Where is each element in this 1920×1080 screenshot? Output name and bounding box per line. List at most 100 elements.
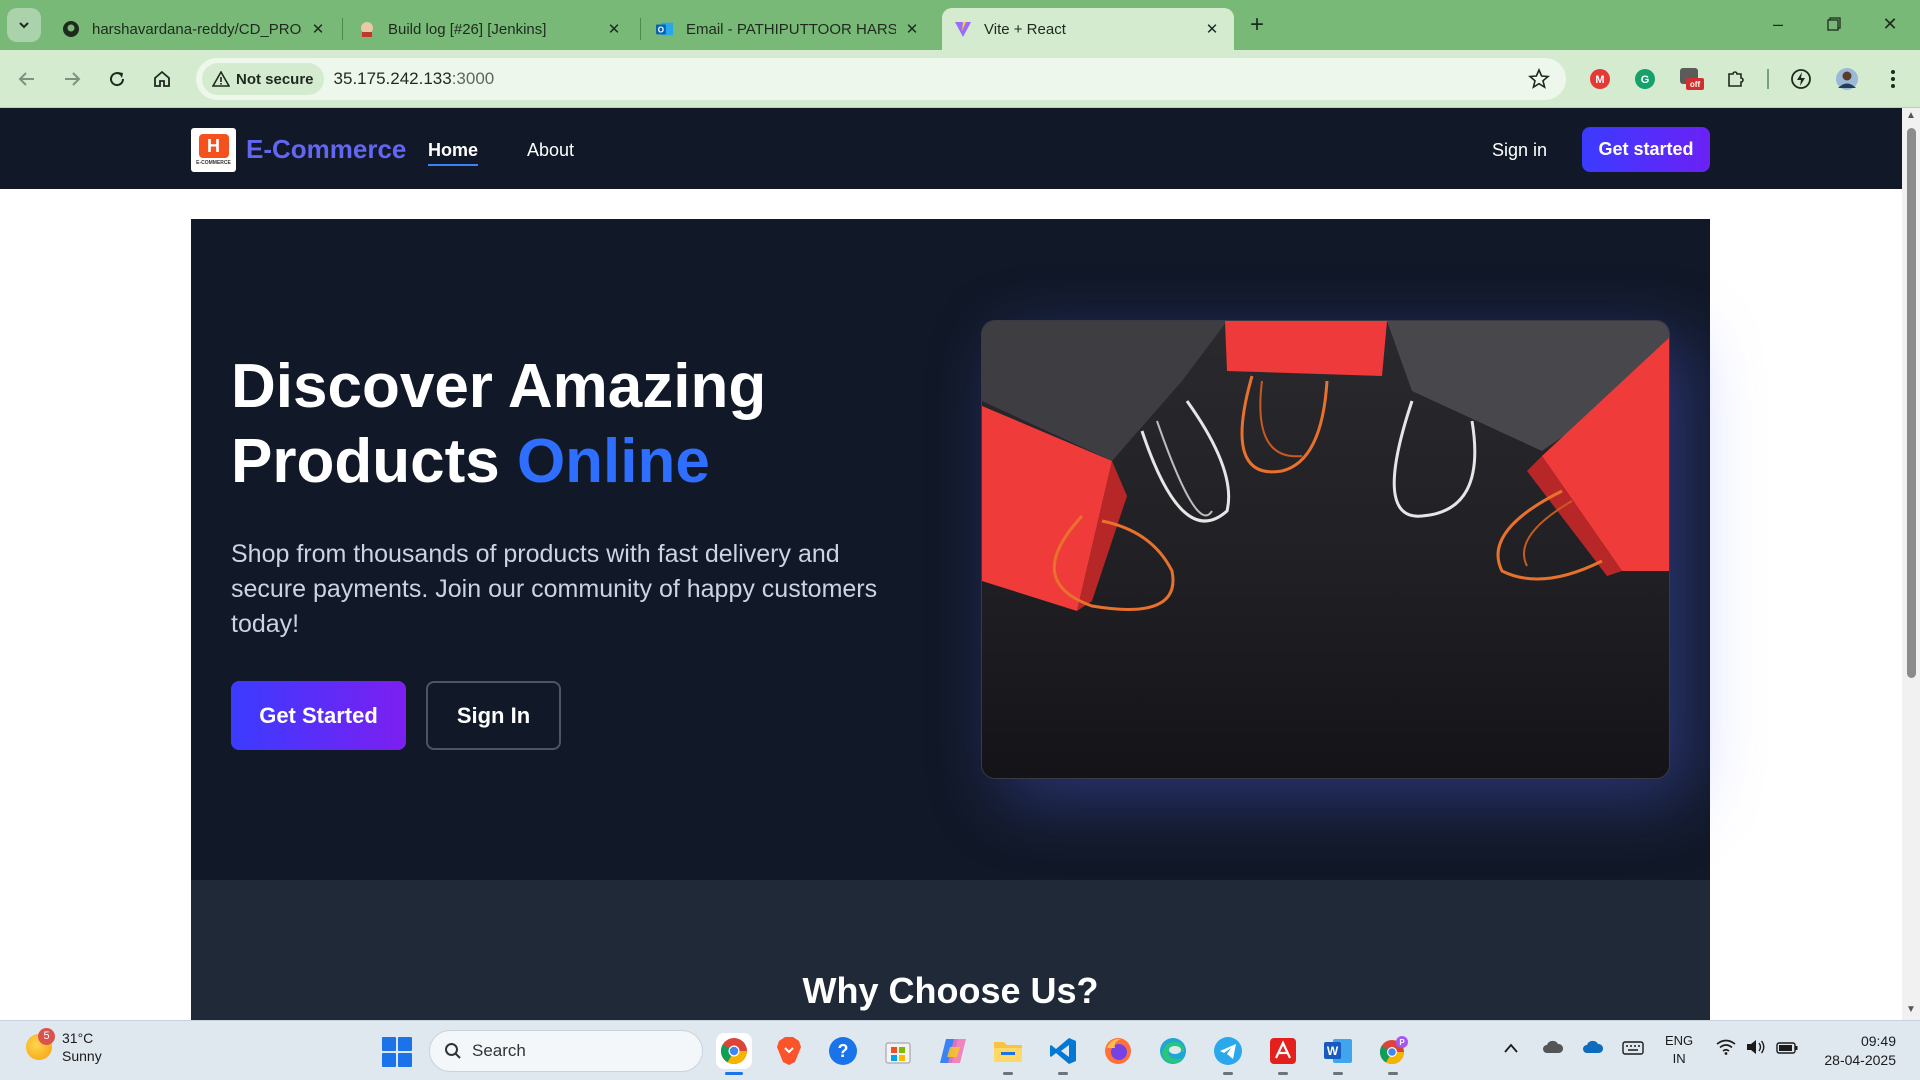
new-tab-button[interactable]: + [1243,12,1271,38]
language-indicator[interactable]: ENG IN [1665,1032,1693,1068]
restore-button[interactable] [1814,10,1854,38]
arrow-left-icon [18,72,34,86]
warning-icon [212,71,230,87]
hero-title-accent: Online [516,427,710,496]
tab-divider [342,18,343,40]
copilot-taskbar-icon[interactable] [935,1033,971,1069]
volume-icon[interactable] [1746,1039,1766,1058]
tab-label: Email - PATHIPUTTOOR HARSH [686,20,896,38]
chrome-profile-taskbar-icon[interactable]: P [1375,1033,1411,1075]
microsoft-store-taskbar-icon[interactable] [880,1033,916,1069]
grammarly-extension-icon[interactable]: G [1632,66,1658,92]
clock-time: 09:49 [1860,1033,1896,1049]
site-logo[interactable]: H E-COMMERCE [191,128,236,172]
extensions-puzzle-icon[interactable] [1723,66,1749,92]
help-taskbar-icon[interactable]: ? [825,1033,861,1069]
onedrive-icon[interactable] [1582,1040,1604,1057]
cart-logo-icon: H [198,134,229,158]
lang-region: IN [1672,1051,1686,1066]
acrobat-taskbar-icon[interactable] [1265,1033,1301,1075]
scrollbar-thumb[interactable] [1907,128,1916,678]
windows-logo-tile [382,1053,396,1067]
close-icon[interactable]: ✕ [902,20,922,38]
tab-search-button[interactable] [7,8,41,42]
performance-icon[interactable] [1788,66,1814,92]
nav-get-started-button[interactable]: Get started [1582,127,1710,172]
nav-signin-link[interactable]: Sign in [1492,140,1547,161]
nav-link-home[interactable]: Home [428,140,479,166]
url-text: 35.175.242.133:3000 [334,69,495,89]
hero-title-line1: Discover Amazing [231,352,767,421]
security-label: Not secure [236,70,314,88]
tab-vite-react[interactable]: Vite + React ✕ [942,8,1234,50]
word-taskbar-icon[interactable]: W [1320,1033,1356,1075]
scroll-down-arrow-icon[interactable]: ▼ [1906,1004,1916,1015]
svg-text:P: P [1399,1038,1405,1047]
chrome-taskbar-icon[interactable] [716,1033,752,1075]
bookmark-star-icon[interactable] [1528,67,1550,95]
hero-title: Discover Amazing Products Online [231,349,851,499]
tab-github[interactable]: harshavardana-reddy/CD_PROJ ✕ [50,8,340,50]
browser-toolbar: Not secure 35.175.242.133:3000 M G off [0,50,1920,108]
hero-section: Discover Amazing Products Online Shop fr… [191,219,1710,880]
security-chip[interactable]: Not secure [202,63,324,95]
tab-outlook[interactable]: O Email - PATHIPUTTOOR HARSH ✕ [644,8,934,50]
system-clock[interactable]: 09:49 28-04-2025 [1816,1032,1896,1070]
weather-temp: 31°C [62,1030,94,1046]
adblock-extension-icon[interactable]: off [1678,66,1704,92]
brand-name[interactable]: E-Commerce [246,134,406,165]
hero-description: Shop from thousands of products with fas… [231,540,878,638]
vscode-taskbar-icon[interactable] [1045,1033,1081,1075]
close-icon[interactable]: ✕ [308,20,328,38]
tab-jenkins[interactable]: Build log [#26] [Jenkins] ✕ [346,8,636,50]
site-navbar: H E-COMMERCE E-Commerce Home About Sign … [0,108,1902,189]
back-button[interactable] [12,64,42,94]
edge-taskbar-icon[interactable] [1155,1033,1191,1069]
close-window-button[interactable]: ✕ [1870,10,1910,38]
home-icon [154,70,170,87]
weather-desc: Sunny [62,1048,102,1064]
tab-divider [640,18,641,40]
profile-avatar[interactable] [1834,66,1860,92]
minimize-button[interactable]: – [1758,10,1798,38]
start-button[interactable] [382,1037,412,1067]
weather-widget[interactable]: 5 31°C Sunny [26,1028,102,1065]
search-placeholder: Search [472,1041,526,1060]
windows-logo-tile [382,1037,396,1051]
hero-title-line2: Products [231,427,517,496]
hero-get-started-button[interactable]: Get Started [231,681,406,750]
github-icon [62,20,80,38]
address-bar[interactable]: Not secure 35.175.242.133:3000 [196,58,1566,100]
close-icon[interactable]: ✕ [604,20,624,38]
telegram-taskbar-icon[interactable] [1210,1033,1246,1075]
why-choose-us-section: Why Choose Us? [191,880,1710,1020]
windows-logo-tile [398,1053,412,1067]
search-icon [445,1043,461,1059]
svg-text:W: W [1327,1044,1339,1058]
home-button[interactable] [147,64,177,94]
scroll-up-arrow-icon[interactable]: ▲ [1906,110,1916,121]
outlook-icon: O [656,20,674,38]
tab-label: harshavardana-reddy/CD_PROJ [92,20,302,38]
battery-icon[interactable] [1776,1041,1798,1057]
wifi-icon[interactable] [1716,1039,1736,1058]
page-scrollbar[interactable]: ▲ ▼ [1902,108,1920,1020]
file-explorer-taskbar-icon[interactable] [990,1033,1026,1075]
brave-taskbar-icon[interactable] [771,1033,807,1069]
nav-link-about[interactable]: About [527,140,574,161]
forward-button[interactable] [57,64,87,94]
close-icon[interactable]: ✕ [1202,20,1222,38]
reload-button[interactable] [102,64,132,94]
svg-text:G: G [1641,74,1650,86]
gmail-extension-icon[interactable]: M [1587,66,1613,92]
keyboard-icon[interactable] [1622,1041,1644,1058]
lang-code: ENG [1665,1033,1694,1048]
firefox-taskbar-icon[interactable] [1100,1033,1136,1069]
taskbar-search[interactable]: Search [429,1030,703,1072]
hero-sign-in-button[interactable]: Sign In [426,681,561,750]
browser-menu-icon[interactable] [1880,66,1906,92]
restore-icon [1827,17,1841,31]
chevron-up-icon[interactable] [1503,1041,1519,1057]
hero-shopping-bags-image [981,320,1670,779]
cloud-icon[interactable] [1542,1040,1564,1057]
